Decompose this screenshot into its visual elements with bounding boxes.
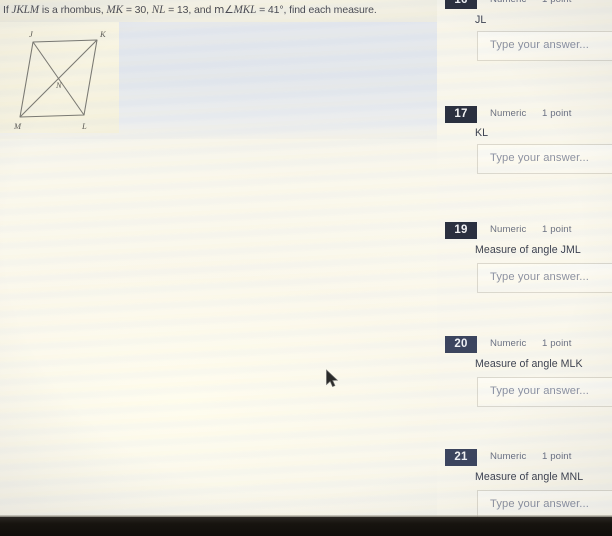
question-prompt-21: Measure of angle MNL xyxy=(475,471,584,483)
answer-input-17[interactable]: Type your answer... xyxy=(477,144,612,174)
problem-value-nl: = 13, and xyxy=(165,4,215,16)
screenshot-root: If JKLM is a rhombus, MK = 30, NL = 13, … xyxy=(0,0,612,536)
question-prompt-16: JL xyxy=(475,14,487,26)
question-type-17: Numeric xyxy=(490,108,527,119)
question-type-21: Numeric xyxy=(490,451,527,462)
monitor-bezel xyxy=(0,517,612,536)
quiz-panel: 16 Numeric 1 point JL Type your answer..… xyxy=(437,0,612,520)
question-prompt-20: Measure of angle MLK xyxy=(475,358,583,370)
answer-placeholder-17: Type your answer... xyxy=(490,152,589,164)
question-number-badge-20: 20 xyxy=(445,336,477,353)
problem-mid1: is a rhombus, xyxy=(39,4,107,16)
answer-input-16[interactable]: Type your answer... xyxy=(477,31,612,61)
problem-segment-nl: NL xyxy=(151,4,166,16)
answer-placeholder-16: Type your answer... xyxy=(490,39,589,51)
question-block-19: 19 Numeric 1 point Measure of angle JML … xyxy=(437,222,612,293)
answer-placeholder-20: Type your answer... xyxy=(490,385,589,397)
question-type-20: Numeric xyxy=(490,338,527,349)
answer-placeholder-21: Type your answer... xyxy=(490,498,589,510)
question-points-17: 1 point xyxy=(542,108,572,119)
question-block-17: 17 Numeric 1 point KL Type your answer..… xyxy=(437,106,612,174)
question-points-16: 1 point xyxy=(542,0,572,5)
answer-placeholder-19: Type your answer... xyxy=(490,271,589,283)
question-points-19: 1 point xyxy=(542,224,572,235)
angle-symbol: m∠ xyxy=(214,4,234,16)
problem-figure-name: JKLM xyxy=(11,4,40,16)
rhombus-figure-card: J K N M L xyxy=(0,22,119,133)
question-type-19: Numeric xyxy=(490,224,527,235)
question-points-21: 1 point xyxy=(542,451,572,462)
question-block-20: 20 Numeric 1 point Measure of angle MLK … xyxy=(437,336,612,407)
question-type-16: Numeric xyxy=(490,0,526,5)
vertex-label-m: M xyxy=(13,121,22,131)
question-header-19: 19 Numeric 1 point xyxy=(437,222,612,240)
question-block-16: 16 Numeric 1 point JL Type your answer..… xyxy=(437,0,612,61)
vertex-label-k: K xyxy=(99,29,107,39)
problem-statement: If JKLM is a rhombus, MK = 30, NL = 13, … xyxy=(3,4,433,17)
question-header-16: 16 Numeric 1 point xyxy=(437,0,612,10)
vertex-label-l: L xyxy=(81,121,87,131)
question-header-20: 20 Numeric 1 point xyxy=(437,336,612,354)
question-number-badge-19: 19 xyxy=(445,222,477,239)
problem-angle-mkl: MKL xyxy=(233,4,257,16)
question-number-badge-21: 21 xyxy=(445,449,477,466)
question-points-20: 1 point xyxy=(542,338,572,349)
question-block-21: 21 Numeric 1 point Measure of angle MNL … xyxy=(437,449,612,520)
question-header-17: 17 Numeric 1 point xyxy=(437,106,612,124)
rhombus-diagram: J K N M L xyxy=(13,29,107,131)
question-prompt-17: KL xyxy=(475,127,489,139)
problem-value-mkl: = 41°, find each measure. xyxy=(256,4,377,16)
answer-input-19[interactable]: Type your answer... xyxy=(477,263,612,293)
problem-panel: If JKLM is a rhombus, MK = 30, NL = 13, … xyxy=(0,0,437,139)
problem-value-mk: = 30, xyxy=(123,4,152,16)
vertex-label-j: J xyxy=(29,29,34,39)
question-number-badge-16: 16 xyxy=(445,0,477,9)
problem-segment-mk: MK xyxy=(106,4,123,16)
question-prompt-19: Measure of angle JML xyxy=(475,244,581,256)
vertex-label-n: N xyxy=(55,80,63,90)
answer-input-20[interactable]: Type your answer... xyxy=(477,377,612,407)
question-number-badge-17: 17 xyxy=(445,106,477,123)
question-header-21: 21 Numeric 1 point xyxy=(437,449,612,467)
